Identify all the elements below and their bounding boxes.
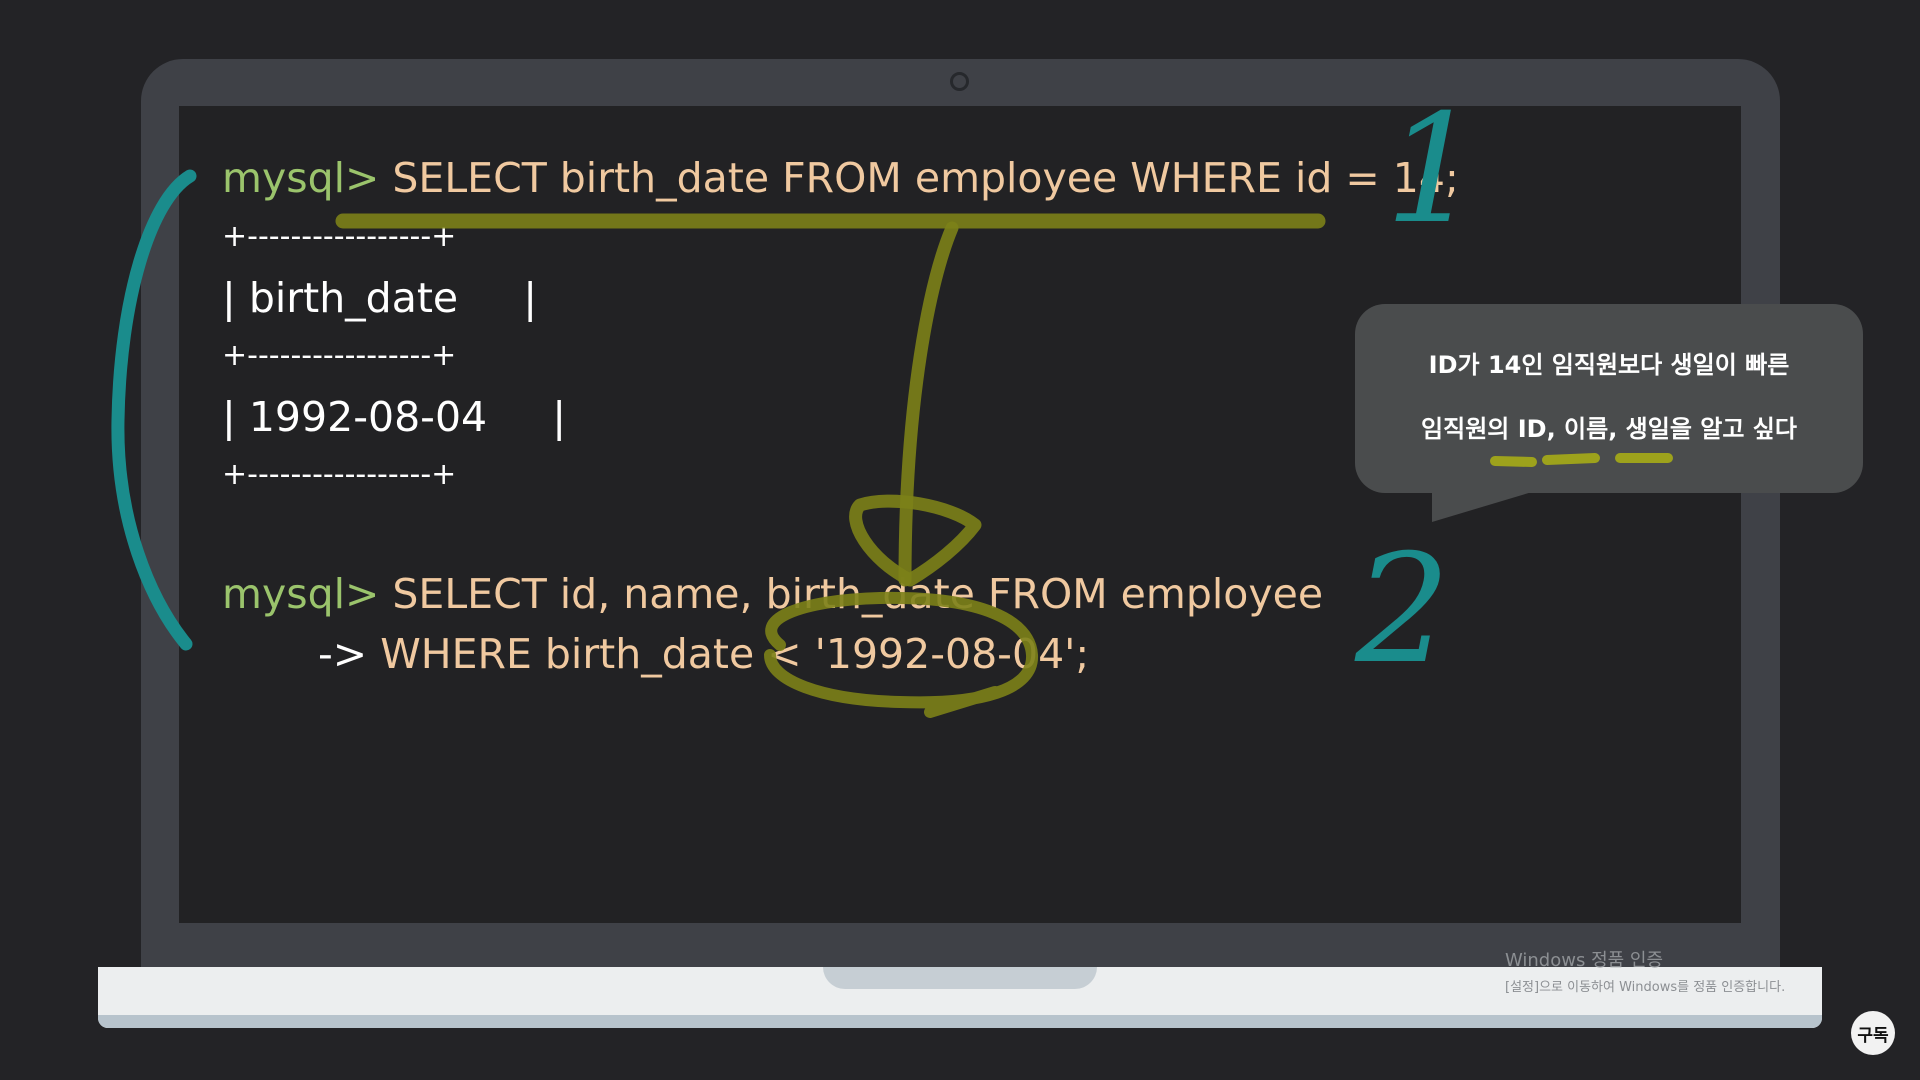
watermark-title: Windows 정품 인증	[1505, 950, 1664, 971]
bubble-underline-name	[1542, 453, 1600, 465]
subscribe-button[interactable]: 구독	[1851, 1011, 1895, 1055]
marker-annotations	[111, 169, 1673, 718]
teal-bracket-stroke	[111, 169, 197, 651]
watermark-subtitle: [설정]으로 이동하여 Windows를 정품 인증합니다.	[1505, 980, 1786, 995]
arrow-shaft-stroke	[898, 221, 959, 587]
arrow-head-stroke	[849, 494, 982, 587]
annotation-number-2: 2	[1355, 523, 1451, 697]
value-circle-stroke	[764, 591, 1038, 718]
annotation-number-1: 1	[1385, 83, 1481, 257]
windows-activation-watermark: Windows 정품 인증 [설정]으로 이동하여 Windows를 정품 인증…	[1505, 946, 1785, 995]
bubble-underline-id	[1490, 456, 1537, 467]
